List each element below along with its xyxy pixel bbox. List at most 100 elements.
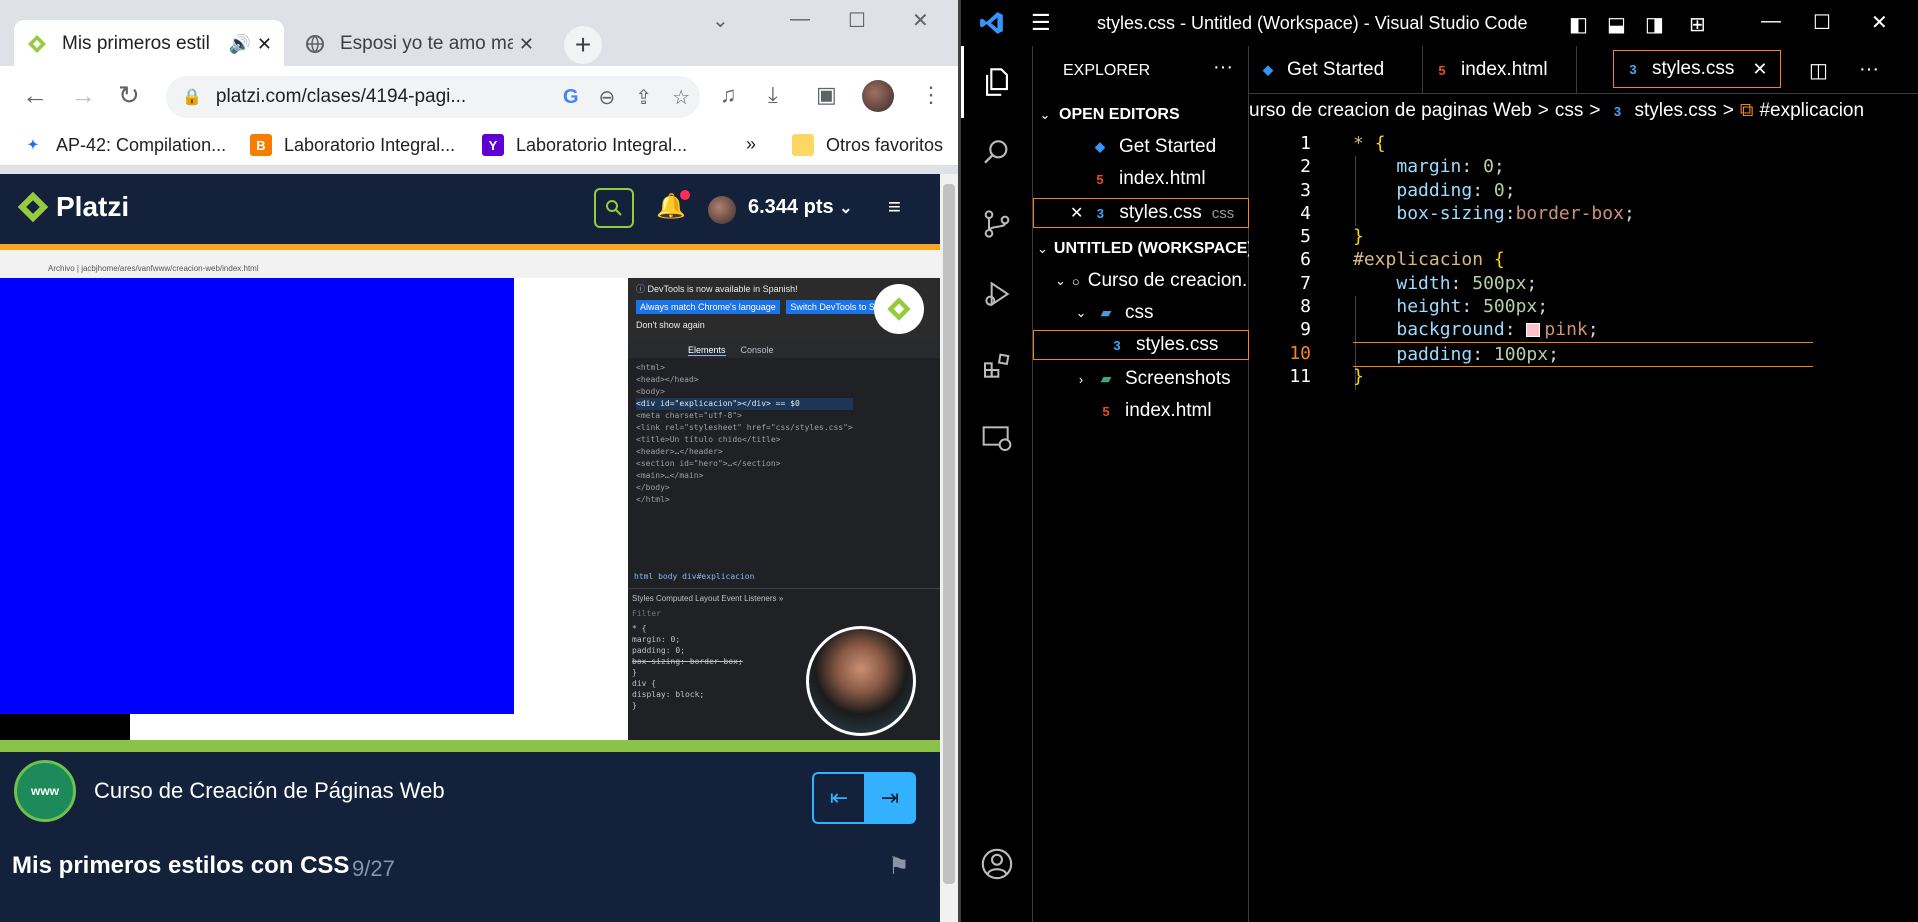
google-icon[interactable]: G	[563, 86, 579, 109]
toggle-primary-sidebar-icon[interactable]: ◧	[1569, 12, 1588, 37]
search-icon[interactable]	[979, 134, 1015, 170]
run-debug-icon[interactable]	[979, 276, 1015, 312]
tab-get-started[interactable]: ◆ Get Started	[1249, 46, 1423, 94]
html-icon: 5	[1102, 403, 1110, 419]
avatar[interactable]	[708, 196, 736, 224]
bookmark-item[interactable]: B Laboratorio Integral...	[250, 134, 455, 156]
scrollbar-thumb[interactable]	[943, 184, 955, 884]
source-control-icon[interactable]	[979, 206, 1015, 242]
zoom-icon[interactable]: ⊖	[599, 85, 616, 110]
video-player[interactable]: Archivo | jacbjhome/ares/vanfwww/creacio…	[0, 244, 940, 740]
more-actions-icon[interactable]: ···	[1859, 58, 1879, 81]
bookmark-item[interactable]: ✦ AP-42: Compilation...	[22, 134, 227, 156]
points-label[interactable]: 6.344 pts ⌄	[748, 196, 853, 219]
minimize-icon[interactable]: —	[1761, 10, 1781, 33]
code-line[interactable]: 3 padding: 0;	[1249, 179, 1918, 202]
reload-icon[interactable]: ↻	[118, 80, 140, 111]
extensions-icon[interactable]	[979, 348, 1015, 384]
breadcrumb-symbol[interactable]: #explicacion	[1759, 100, 1864, 122]
course-title[interactable]: Curso de Creación de Páginas Web	[94, 778, 445, 804]
close-icon[interactable]: ✕	[1070, 203, 1083, 223]
bookmarks-overflow-chevron[interactable]: »	[746, 134, 756, 155]
platzi-logo-icon	[17, 191, 49, 223]
download-icon[interactable]: ⤓	[768, 82, 778, 108]
vscode-titlebar: ☰ styles.css - Untitled (Workspace) - Vi…	[961, 0, 1918, 46]
tab-close-icon[interactable]: ✕	[257, 34, 272, 55]
course-badge-icon[interactable]: www	[14, 760, 76, 822]
open-editors-section[interactable]: ⌄ OPEN EDITORS	[1033, 100, 1249, 130]
browser-tab-active[interactable]: Mis primeros estil 🔊 ✕	[14, 20, 284, 68]
toggle-panel-icon[interactable]: ⬓	[1607, 12, 1626, 37]
more-actions-icon[interactable]: ···	[1213, 56, 1233, 79]
folder-icon: ▰	[1101, 305, 1111, 320]
devtools-breadcrumb: html body div#explicacion	[634, 572, 755, 581]
explorer-files-icon[interactable]	[979, 64, 1015, 100]
customize-layout-icon[interactable]: ⊞	[1689, 12, 1706, 37]
previous-class-button[interactable]: ⇤	[812, 772, 864, 824]
kebab-menu-icon[interactable]: ⋮	[920, 82, 942, 108]
tab-search-chevron-icon[interactable]: ⌄	[712, 8, 729, 33]
tree-folder-screenshots[interactable]: › ▰ Screenshots	[1033, 364, 1249, 394]
open-editor-item-active[interactable]: ✕ 3 styles.css css	[1033, 198, 1249, 228]
code-line[interactable]: 7 width: 500px;	[1249, 272, 1918, 295]
tree-folder-root[interactable]: ⌄ ○ Curso de creacion...	[1033, 266, 1249, 296]
open-editor-item[interactable]: 5 index.html	[1033, 164, 1249, 194]
breadcrumb-css[interactable]: css	[1555, 100, 1584, 122]
back-icon[interactable]: ←	[22, 80, 48, 111]
minimize-icon[interactable]: —	[790, 8, 810, 31]
address-bar[interactable]: 🔒 platzi.com/clases/4194-pagi... G ⊖ ⇪ ☆	[166, 76, 700, 118]
new-tab-button[interactable]: +	[564, 26, 602, 64]
accounts-icon[interactable]	[979, 846, 1015, 882]
side-panel-icon[interactable]: ▣	[816, 82, 837, 108]
next-class-button[interactable]: ⇥	[864, 772, 916, 824]
tree-file-styles[interactable]: 3 styles.css	[1033, 330, 1249, 360]
color-swatch[interactable]	[1526, 323, 1541, 338]
browser-tab-inactive[interactable]: Esposi yo te amo mas ✕	[292, 20, 546, 68]
maximize-icon[interactable]: ☐	[848, 8, 866, 33]
lock-icon[interactable]: 🔒	[182, 87, 202, 107]
media-control-icon[interactable]: ♫	[720, 82, 737, 108]
remote-explorer-icon[interactable]	[979, 420, 1015, 456]
workspace-section[interactable]: ⌄ UNTITLED (WORKSPACE)	[1033, 234, 1249, 264]
breadcrumb-folder[interactable]: urso de creacion de paginas Web	[1249, 100, 1532, 122]
hamburger-menu-icon[interactable]: ≡	[888, 194, 901, 220]
open-editor-item[interactable]: ◆ Get Started	[1033, 132, 1249, 162]
code-line[interactable]: 9 background: pink;	[1249, 318, 1918, 341]
vscode-window: ☰ styles.css - Untitled (Workspace) - Vi…	[960, 0, 1918, 922]
menu-icon[interactable]: ☰	[1031, 10, 1051, 36]
code-line[interactable]: 8 height: 500px;	[1249, 295, 1918, 318]
code-line[interactable]: 2 margin: 0;	[1249, 155, 1918, 178]
other-bookmarks-folder[interactable]: Otros favoritos	[792, 134, 943, 156]
code-line[interactable]: 11}	[1249, 365, 1918, 388]
search-icon[interactable]	[594, 188, 634, 228]
split-editor-icon[interactable]: ◫	[1809, 58, 1828, 83]
tree-folder-css[interactable]: ⌄ ▰ css	[1033, 298, 1249, 328]
forward-icon[interactable]: →	[70, 80, 96, 111]
close-window-icon[interactable]: ✕	[912, 8, 929, 33]
breadcrumb-file[interactable]: styles.css	[1634, 100, 1716, 122]
tab-close-icon[interactable]: ✕	[519, 34, 534, 55]
close-icon[interactable]: ✕	[1752, 59, 1767, 80]
close-window-icon[interactable]: ✕	[1871, 10, 1888, 35]
flag-icon[interactable]: ⚑	[888, 852, 910, 881]
profile-avatar[interactable]	[862, 80, 894, 112]
code-line[interactable]: 5}	[1249, 225, 1918, 248]
bell-icon[interactable]: 🔔	[656, 190, 690, 221]
tab-styles-css[interactable]: 3 styles.css ✕	[1613, 50, 1781, 88]
page-scrollbar[interactable]	[940, 174, 958, 922]
code-line[interactable]: 6 #explicacion {	[1249, 248, 1918, 271]
platzi-floating-logo-icon[interactable]	[874, 284, 924, 334]
bookmark-star-icon[interactable]: ☆	[672, 85, 690, 110]
bookmark-item[interactable]: Y Laboratorio Integral...	[482, 134, 687, 156]
platzi-logo[interactable]: Platzi	[16, 190, 129, 224]
share-icon[interactable]: ⇪	[635, 85, 652, 110]
tree-file-index[interactable]: 5 index.html	[1033, 396, 1249, 426]
maximize-icon[interactable]: ☐	[1813, 10, 1831, 35]
code-line[interactable]: 1 * {	[1249, 132, 1918, 155]
toggle-secondary-sidebar-icon[interactable]: ◨	[1645, 12, 1664, 37]
speaker-icon[interactable]: 🔊	[228, 34, 250, 55]
code-editor[interactable]: 1 * { 2 margin: 0; 3 padding: 0; 4 box-si…	[1249, 132, 1918, 390]
tab-index-html[interactable]: 5 index.html	[1423, 46, 1577, 94]
code-line[interactable]: 4 box-sizing:border-box;	[1249, 202, 1918, 225]
code-line-current[interactable]: 10 padding: 100px;	[1249, 341, 1918, 367]
